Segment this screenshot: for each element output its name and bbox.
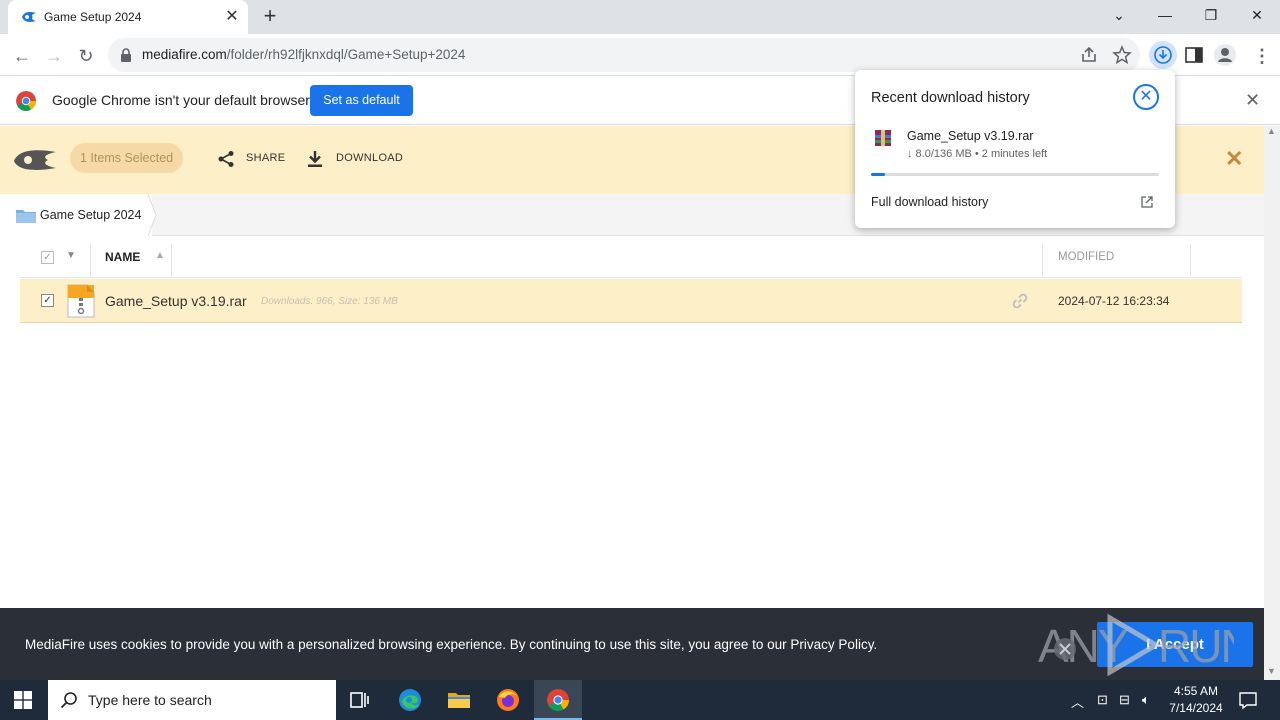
- person-icon: [1218, 48, 1232, 62]
- file-row[interactable]: ✓ Game_Setup v3.19.rar Downloads: 966, S…: [20, 279, 1242, 323]
- search-placeholder: Type here to search: [88, 692, 212, 708]
- sort-ascending-icon[interactable]: ▲: [155, 250, 165, 261]
- new-tab-icon[interactable]: +: [258, 5, 282, 29]
- folder-explorer-icon: [448, 693, 470, 708]
- windows-start-icon[interactable]: [14, 691, 32, 709]
- scroll-down-icon[interactable]: ▼: [1267, 666, 1276, 676]
- breadcrumb-folder[interactable]: Game Setup 2024: [0, 194, 152, 236]
- forward-icon[interactable]: →: [40, 42, 68, 70]
- anyrun-watermark: ANY RUN: [1038, 613, 1234, 677]
- bookmark-star-icon[interactable]: [1111, 44, 1133, 66]
- popup-close-icon[interactable]: ✕: [1133, 84, 1159, 110]
- downloads-button[interactable]: [1149, 41, 1177, 69]
- full-download-history-link[interactable]: Full download history: [871, 195, 988, 209]
- taskbar-firefox[interactable]: [484, 680, 532, 720]
- tray-overflow-icon[interactable]: ︿: [1071, 692, 1084, 711]
- set-as-default-button[interactable]: Set as default: [310, 85, 413, 116]
- menu-kebab-icon[interactable]: ⋮: [1248, 42, 1276, 70]
- file-meta: Downloads: 966, Size: 136 MB: [261, 296, 398, 307]
- search-icon: [60, 692, 77, 709]
- folder-icon: [16, 210, 36, 223]
- restore-icon[interactable]: ❐: [1188, 0, 1234, 32]
- column-divider: [1042, 244, 1043, 276]
- lock-icon: [121, 48, 131, 62]
- popup-title: Recent download history: [871, 90, 1030, 106]
- chrome-logo-icon: [16, 91, 36, 111]
- edge-icon: [399, 689, 421, 711]
- notification-icon[interactable]: [1238, 690, 1258, 710]
- url-text: mediafire.com/folder/rh92lfjknxdql/Game+…: [142, 47, 466, 62]
- selected-count-badge: 1 Items Selected: [70, 143, 184, 173]
- infobar-message: Google Chrome isn't your default browser: [52, 92, 310, 108]
- infobar-close-icon[interactable]: ✕: [1245, 90, 1260, 111]
- reload-icon[interactable]: ↻: [72, 42, 100, 70]
- download-label: DOWNLOAD: [336, 152, 404, 164]
- scroll-up-icon[interactable]: ▲: [1267, 126, 1276, 136]
- modified-column-header[interactable]: MODIFIED: [1058, 251, 1114, 263]
- clear-selection-icon[interactable]: ✕: [1225, 146, 1243, 172]
- browser-tab[interactable]: Game Setup 2024 ✕: [8, 0, 248, 34]
- download-arrow-icon: [308, 151, 322, 167]
- select-all-checkbox[interactable]: ✓: [41, 251, 54, 264]
- row-checkbox[interactable]: ✓: [41, 294, 54, 307]
- network-icon[interactable]: ⊟: [1119, 692, 1130, 708]
- svg-text:RUN: RUN: [1158, 620, 1234, 672]
- window-close-icon[interactable]: ✕: [1234, 0, 1280, 32]
- firefox-icon: [497, 689, 519, 711]
- share-label: SHARE: [246, 152, 286, 164]
- breadcrumb-label: Game Setup 2024: [40, 208, 142, 222]
- title-bar: Game Setup 2024 ✕ + ⌄ — ❐ ✕: [0, 0, 1280, 34]
- cookie-banner: MediaFire uses cookies to provide you wi…: [0, 608, 1264, 680]
- volume-icon[interactable]: 🔈︎: [1142, 692, 1150, 708]
- column-divider: [171, 244, 172, 276]
- file-name-link[interactable]: Game_Setup v3.19.rar: [105, 293, 247, 309]
- taskbar-search-box[interactable]: Type here to search: [48, 680, 336, 720]
- windows-taskbar: Type here to search ︿ ⊡ ⊟ 🔈︎ 4:55 AM 7/1…: [0, 680, 1280, 720]
- download-progress-bar: [871, 173, 1159, 176]
- select-menu-caret-icon[interactable]: ▼: [66, 250, 76, 261]
- chrome-icon: [547, 689, 569, 711]
- download-progress-fill: [871, 173, 886, 176]
- share-icon: [218, 151, 234, 167]
- mediafire-favicon-icon: [22, 12, 36, 22]
- tab-search-icon[interactable]: ⌄: [1096, 0, 1142, 32]
- back-icon[interactable]: ←: [8, 42, 36, 70]
- taskbar-chrome[interactable]: [534, 680, 582, 720]
- taskbar-edge[interactable]: [386, 680, 434, 720]
- download-file-name[interactable]: Game_Setup v3.19.rar: [907, 129, 1033, 143]
- column-divider: [1190, 244, 1191, 276]
- minimize-icon[interactable]: —: [1142, 0, 1188, 32]
- download-history-popup: Recent download history ✕ Game_Setup v3.…: [855, 70, 1175, 228]
- taskbar-clock[interactable]: 4:55 AM 7/14/2024: [1162, 683, 1230, 717]
- download-icon: [1154, 46, 1172, 64]
- share-page-icon[interactable]: [1078, 44, 1100, 66]
- page-scrollbar[interactable]: ▲ ▼: [1264, 126, 1280, 680]
- file-modified-date: 2024-07-12 16:23:34: [1058, 294, 1170, 308]
- copy-link-icon[interactable]: [1012, 293, 1028, 309]
- side-panel-icon[interactable]: [1183, 44, 1205, 66]
- task-view-icon: [350, 692, 369, 708]
- profile-avatar[interactable]: [1214, 44, 1236, 66]
- tray-device-icon[interactable]: ⊡: [1097, 692, 1108, 708]
- column-divider: [90, 244, 91, 276]
- file-list-header: ✓ ▼ NAME ▲ MODIFIED: [20, 238, 1242, 278]
- name-column-header[interactable]: NAME: [105, 250, 140, 264]
- clock-time: 4:55 AM: [1173, 684, 1219, 698]
- breadcrumb-separator: [148, 194, 157, 236]
- task-view-button[interactable]: [336, 680, 384, 720]
- tab-title: Game Setup 2024: [44, 10, 142, 24]
- rar-file-icon: [875, 130, 891, 146]
- download-status: ↓ 8.0/136 MB • 2 minutes left: [907, 148, 1048, 160]
- clock-date: 7/14/2024: [1169, 701, 1223, 715]
- watermark-text: ANY: [1038, 620, 1128, 672]
- mediafire-logo-icon: [14, 150, 56, 170]
- taskbar-file-explorer[interactable]: [435, 680, 483, 720]
- address-bar[interactable]: mediafire.com/folder/rh92lfjknxdql/Game+…: [108, 38, 1140, 72]
- tab-close-icon[interactable]: ✕: [222, 7, 242, 27]
- cookie-text: MediaFire uses cookies to provide you wi…: [25, 637, 878, 652]
- archive-file-icon: [67, 284, 95, 318]
- open-external-icon[interactable]: [1141, 196, 1153, 208]
